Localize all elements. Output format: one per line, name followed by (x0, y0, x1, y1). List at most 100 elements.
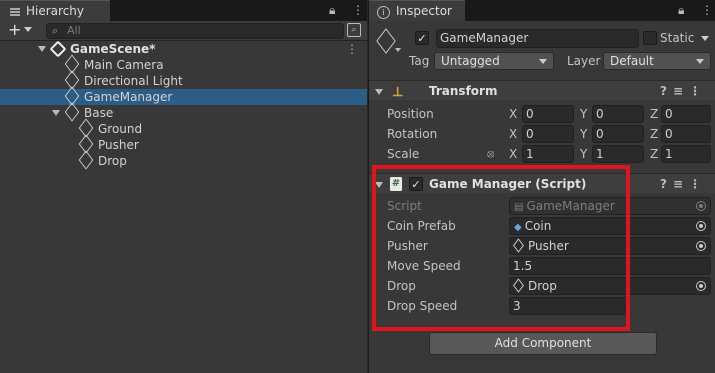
field-value: 1 (665, 147, 673, 161)
info-icon: i (377, 6, 390, 19)
cube-shape (376, 28, 396, 54)
base-expand-icon[interactable] (52, 110, 60, 116)
field-value: 0 (526, 127, 534, 141)
chevron-down-icon (539, 59, 547, 64)
layer-label: Layer (567, 54, 601, 68)
rotation-y-field[interactable]: 0 (592, 125, 644, 143)
hierarchy-item-label: Directional Light (84, 74, 183, 88)
field-value: 1 (526, 147, 534, 161)
axis-x-label[interactable]: X (509, 125, 517, 143)
field-value: 0 (526, 107, 534, 121)
hierarchy-item-base[interactable]: Base (0, 102, 367, 122)
scale-y-field[interactable]: 1 (592, 145, 644, 163)
hierarchy-item-gamemanager[interactable]: GameManager (0, 86, 367, 106)
transform-axes-icon: ⟂ (393, 84, 403, 100)
rotation-z-field[interactable]: 0 (661, 125, 711, 143)
hierarchy-item-label: GameManager (84, 90, 173, 104)
hierarchy-lock-icon[interactable]: 🔒︎ (329, 0, 335, 20)
hierarchy-tab-label: Hierarchy (26, 4, 85, 18)
position-z-field[interactable]: 0 (661, 105, 711, 123)
hierarchy-panel: Hierarchy 🔒︎ ⋮ + ⌕ All ⌕ GameScene* ⋮ Ma… (0, 0, 367, 373)
hierarchy-item-pusher[interactable]: Pusher (0, 134, 367, 154)
field-value: 0 (596, 127, 604, 141)
hierarchy-search-input[interactable]: ⌕ All (46, 23, 344, 39)
highlight-box (372, 165, 630, 331)
scene-search-icon[interactable]: ⌕ (347, 23, 361, 37)
position-label: Position (387, 107, 434, 121)
object-name-field[interactable]: GameManager (436, 29, 639, 48)
layer-value: Default (610, 54, 654, 68)
add-dropdown-icon (24, 27, 33, 32)
inspector-tab-label: Inspector (396, 4, 452, 18)
hierarchy-item-label: Main Camera (84, 58, 164, 72)
axis-y-label[interactable]: Y (580, 125, 587, 143)
hierarchy-toolbar: + ⌕ All ⌕ (0, 21, 367, 41)
search-icon: ⌕ (52, 24, 59, 37)
hierarchy-item-ground[interactable]: Ground (0, 118, 367, 138)
component-header-icons[interactable]: ?≡⋮ (660, 174, 707, 194)
add-button[interactable]: + (8, 21, 33, 39)
transform-title: Transform (429, 84, 498, 98)
inspector-tab[interactable]: i Inspector (369, 0, 465, 21)
position-x-field[interactable]: 0 (522, 105, 574, 123)
rotation-label: Rotation (387, 127, 438, 141)
transform-header[interactable]: ⟂ Transform ?≡⋮ (369, 80, 715, 100)
scale-label: Scale (387, 147, 420, 161)
active-checkbox[interactable]: ✓ (415, 31, 429, 45)
field-value: 1 (596, 147, 604, 161)
inspector-tab-bar: i Inspector 🔒︎ ⋮ (369, 0, 715, 21)
object-picker-icon[interactable] (696, 281, 706, 291)
scene-expand-icon[interactable] (38, 46, 46, 52)
static-checkbox[interactable] (643, 31, 657, 45)
inspector-more-icon[interactable]: ⋮ (701, 0, 713, 20)
unity-scene-icon (49, 40, 67, 58)
axis-y-label[interactable]: Y (580, 145, 587, 163)
axis-x-label[interactable]: X (509, 105, 517, 123)
inspector-lock-icon[interactable]: 🔒︎ (678, 0, 684, 20)
component-header-icons[interactable]: ?≡⋮ (660, 81, 707, 101)
hierarchy-tab[interactable]: Hierarchy (0, 0, 110, 21)
tag-value: Untagged (441, 54, 500, 68)
hierarchy-item-label: Drop (98, 154, 127, 168)
scene-name: GameScene* (70, 42, 156, 56)
tag-label: Tag (409, 54, 430, 68)
hierarchy-tab-bar: Hierarchy 🔒︎ ⋮ (0, 0, 367, 21)
field-value: 0 (665, 107, 673, 121)
object-picker-icon[interactable] (696, 241, 706, 251)
object-picker-icon (696, 201, 706, 211)
hierarchy-item-drop[interactable]: Drop (0, 150, 367, 170)
axis-y-label[interactable]: Y (580, 105, 587, 123)
scene-more-icon[interactable]: ⋮ (346, 41, 358, 57)
inspector-panel: i Inspector 🔒︎ ⋮ ✓ GameManager Static Tag… (368, 0, 715, 373)
hierarchy-item-directional-light[interactable]: Directional Light (0, 70, 367, 90)
axis-z-label[interactable]: Z (650, 125, 658, 143)
scale-x-field[interactable]: 1 (522, 145, 574, 163)
hierarchy-item-label: Pusher (98, 138, 139, 152)
axis-z-label[interactable]: Z (650, 145, 658, 163)
object-name-value: GameManager (440, 31, 529, 45)
tag-dropdown[interactable]: Untagged (434, 52, 554, 70)
scale-z-field[interactable]: 1 (661, 145, 711, 163)
add-component-button[interactable]: Add Component (429, 332, 657, 355)
layer-dropdown[interactable]: Default (603, 52, 711, 70)
gameobject-cube-icon (78, 150, 94, 170)
constrain-proportions-icon[interactable]: ⦻ (487, 146, 494, 162)
add-component-label: Add Component (494, 336, 592, 350)
hierarchy-more-icon[interactable]: ⋮ (352, 0, 364, 20)
scene-row[interactable]: GameScene* ⋮ (0, 40, 367, 58)
axis-x-label[interactable]: X (509, 145, 517, 163)
position-y-field[interactable]: 0 (592, 105, 644, 123)
static-dropdown-icon[interactable] (701, 36, 709, 41)
search-placeholder: All (67, 24, 81, 37)
field-value: 0 (596, 107, 604, 121)
object-picker-icon[interactable] (696, 221, 706, 231)
transform-foldout-icon[interactable] (375, 89, 383, 95)
hierarchy-item-label: Base (84, 106, 114, 120)
hierarchy-list-icon (10, 8, 20, 16)
icon-dropdown-icon[interactable] (395, 48, 401, 52)
rotation-x-field[interactable]: 0 (522, 125, 574, 143)
axis-z-label[interactable]: Z (650, 105, 658, 123)
hierarchy-item-main-camera[interactable]: Main Camera (0, 54, 367, 74)
gameobject-large-cube-icon (375, 28, 397, 54)
chevron-down-icon (696, 59, 704, 64)
